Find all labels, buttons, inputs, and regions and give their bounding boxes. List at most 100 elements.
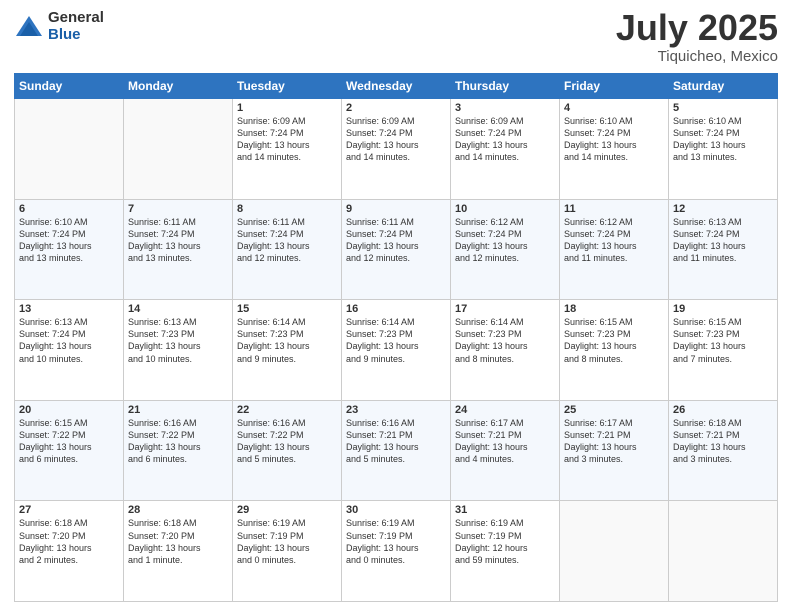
day-info: Sunrise: 6:11 AM Sunset: 7:24 PM Dayligh… <box>128 216 228 265</box>
calendar-cell: 17Sunrise: 6:14 AM Sunset: 7:23 PM Dayli… <box>451 300 560 401</box>
calendar-cell: 16Sunrise: 6:14 AM Sunset: 7:23 PM Dayli… <box>342 300 451 401</box>
title-block: July 2025 Tiquicheo, Mexico <box>616 10 778 65</box>
calendar-week-row: 27 Sunrise: 6:18 AM Sunset: 7:20 PM Dayli… <box>15 501 778 602</box>
logo: General Blue <box>14 10 104 43</box>
day-number: 9 <box>346 203 446 215</box>
calendar-cell: 20Sunrise: 6:15 AM Sunset: 7:22 PM Dayli… <box>15 400 124 501</box>
calendar-cell: 26Sunrise: 6:18 AM Sunset: 7:21 PM Dayli… <box>669 400 778 501</box>
day-info: Sunrise: 6:15 AM Sunset: 7:23 PM Dayligh… <box>564 316 664 365</box>
day-number: 14 <box>128 303 228 315</box>
calendar-cell: 5Sunrise: 6:10 AM Sunset: 7:24 PM Daylig… <box>669 99 778 200</box>
day-number: 6 <box>19 203 119 215</box>
calendar-cell: 22Sunrise: 6:16 AM Sunset: 7:22 PM Dayli… <box>233 400 342 501</box>
day-number: 5 <box>673 102 773 114</box>
day-info: Sunrise: 6:11 AM Sunset: 7:24 PM Dayligh… <box>237 216 337 265</box>
day-number: 17 <box>455 303 555 315</box>
day-number: 24 <box>455 404 555 416</box>
calendar-weekday-header: Wednesday <box>342 74 451 99</box>
day-number: 4 <box>564 102 664 114</box>
calendar-weekday-header: Thursday <box>451 74 560 99</box>
calendar-cell <box>669 501 778 602</box>
day-info: Sunrise: 6:10 AM Sunset: 7:24 PM Dayligh… <box>673 115 773 164</box>
day-info: Sunrise: 6:17 AM Sunset: 7:21 PM Dayligh… <box>455 417 555 466</box>
day-number: 16 <box>346 303 446 315</box>
calendar-cell: 27Sunrise: 6:18 AM Sunset: 7:20 PM Dayli… <box>15 501 124 602</box>
day-number: 3 <box>455 102 555 114</box>
day-info: Sunrise: 6:13 AM Sunset: 7:24 PM Dayligh… <box>19 316 119 365</box>
day-info: Sunrise: 6:18 AM Sunset: 7:20 PM Dayligh… <box>128 517 228 566</box>
calendar-weekday-header: Tuesday <box>233 74 342 99</box>
calendar-cell: 13Sunrise: 6:13 AM Sunset: 7:24 PM Dayli… <box>15 300 124 401</box>
calendar-cell: 25Sunrise: 6:17 AM Sunset: 7:21 PM Dayli… <box>560 400 669 501</box>
calendar-cell: 8Sunrise: 6:11 AM Sunset: 7:24 PM Daylig… <box>233 199 342 300</box>
day-number: 28 <box>128 504 228 516</box>
calendar-cell: 21Sunrise: 6:16 AM Sunset: 7:22 PM Dayli… <box>124 400 233 501</box>
day-number: 31 <box>455 504 555 516</box>
calendar-cell: 2Sunrise: 6:09 AM Sunset: 7:24 PM Daylig… <box>342 99 451 200</box>
logo-icon <box>14 12 44 42</box>
day-number: 29 <box>237 504 337 516</box>
day-info: Sunrise: 6:10 AM Sunset: 7:24 PM Dayligh… <box>19 216 119 265</box>
page: General Blue July 2025 Tiquicheo, Mexico… <box>0 0 792 612</box>
day-info: Sunrise: 6:09 AM Sunset: 7:24 PM Dayligh… <box>346 115 446 164</box>
calendar-weekday-header: Monday <box>124 74 233 99</box>
day-number: 13 <box>19 303 119 315</box>
calendar-cell: 31Sunrise: 6:19 AM Sunset: 7:19 PM Dayli… <box>451 501 560 602</box>
day-number: 27 <box>19 504 119 516</box>
calendar-weekday-header: Friday <box>560 74 669 99</box>
day-number: 26 <box>673 404 773 416</box>
day-info: Sunrise: 6:19 AM Sunset: 7:19 PM Dayligh… <box>455 517 555 566</box>
calendar-cell: 4Sunrise: 6:10 AM Sunset: 7:24 PM Daylig… <box>560 99 669 200</box>
calendar-weekday-header: Saturday <box>669 74 778 99</box>
calendar-cell: 30Sunrise: 6:19 AM Sunset: 7:19 PM Dayli… <box>342 501 451 602</box>
calendar-weekday-header: Sunday <box>15 74 124 99</box>
day-info: Sunrise: 6:09 AM Sunset: 7:24 PM Dayligh… <box>455 115 555 164</box>
calendar-cell <box>124 99 233 200</box>
day-info: Sunrise: 6:19 AM Sunset: 7:19 PM Dayligh… <box>346 517 446 566</box>
day-info: Sunrise: 6:13 AM Sunset: 7:23 PM Dayligh… <box>128 316 228 365</box>
day-number: 23 <box>346 404 446 416</box>
day-info: Sunrise: 6:19 AM Sunset: 7:19 PM Dayligh… <box>237 517 337 566</box>
calendar-cell <box>15 99 124 200</box>
day-number: 2 <box>346 102 446 114</box>
day-number: 8 <box>237 203 337 215</box>
day-number: 15 <box>237 303 337 315</box>
calendar-cell: 9Sunrise: 6:11 AM Sunset: 7:24 PM Daylig… <box>342 199 451 300</box>
title-location: Tiquicheo, Mexico <box>616 48 778 65</box>
calendar-cell: 15Sunrise: 6:14 AM Sunset: 7:23 PM Dayli… <box>233 300 342 401</box>
day-number: 25 <box>564 404 664 416</box>
day-number: 11 <box>564 203 664 215</box>
day-info: Sunrise: 6:12 AM Sunset: 7:24 PM Dayligh… <box>564 216 664 265</box>
calendar-cell: 18Sunrise: 6:15 AM Sunset: 7:23 PM Dayli… <box>560 300 669 401</box>
calendar-cell: 24Sunrise: 6:17 AM Sunset: 7:21 PM Dayli… <box>451 400 560 501</box>
day-number: 22 <box>237 404 337 416</box>
day-number: 10 <box>455 203 555 215</box>
logo-blue-text: Blue <box>48 27 104 44</box>
day-number: 19 <box>673 303 773 315</box>
day-info: Sunrise: 6:15 AM Sunset: 7:22 PM Dayligh… <box>19 417 119 466</box>
day-info: Sunrise: 6:14 AM Sunset: 7:23 PM Dayligh… <box>346 316 446 365</box>
day-number: 20 <box>19 404 119 416</box>
calendar-cell: 19Sunrise: 6:15 AM Sunset: 7:23 PM Dayli… <box>669 300 778 401</box>
day-number: 1 <box>237 102 337 114</box>
title-month: July 2025 <box>616 10 778 46</box>
day-info: Sunrise: 6:15 AM Sunset: 7:23 PM Dayligh… <box>673 316 773 365</box>
calendar-cell: 11Sunrise: 6:12 AM Sunset: 7:24 PM Dayli… <box>560 199 669 300</box>
calendar-cell: 12Sunrise: 6:13 AM Sunset: 7:24 PM Dayli… <box>669 199 778 300</box>
calendar-cell: 10Sunrise: 6:12 AM Sunset: 7:24 PM Dayli… <box>451 199 560 300</box>
calendar-week-row: 20Sunrise: 6:15 AM Sunset: 7:22 PM Dayli… <box>15 400 778 501</box>
day-info: Sunrise: 6:16 AM Sunset: 7:22 PM Dayligh… <box>128 417 228 466</box>
day-info: Sunrise: 6:12 AM Sunset: 7:24 PM Dayligh… <box>455 216 555 265</box>
day-info: Sunrise: 6:09 AM Sunset: 7:24 PM Dayligh… <box>237 115 337 164</box>
day-info: Sunrise: 6:10 AM Sunset: 7:24 PM Dayligh… <box>564 115 664 164</box>
calendar-header-row: SundayMondayTuesdayWednesdayThursdayFrid… <box>15 74 778 99</box>
calendar-cell: 1Sunrise: 6:09 AM Sunset: 7:24 PM Daylig… <box>233 99 342 200</box>
logo-text: General Blue <box>48 10 104 43</box>
day-info: Sunrise: 6:16 AM Sunset: 7:21 PM Dayligh… <box>346 417 446 466</box>
calendar-cell: 29Sunrise: 6:19 AM Sunset: 7:19 PM Dayli… <box>233 501 342 602</box>
day-info: Sunrise: 6:11 AM Sunset: 7:24 PM Dayligh… <box>346 216 446 265</box>
day-number: 18 <box>564 303 664 315</box>
calendar-cell: 28Sunrise: 6:18 AM Sunset: 7:20 PM Dayli… <box>124 501 233 602</box>
calendar-cell <box>560 501 669 602</box>
day-number: 30 <box>346 504 446 516</box>
